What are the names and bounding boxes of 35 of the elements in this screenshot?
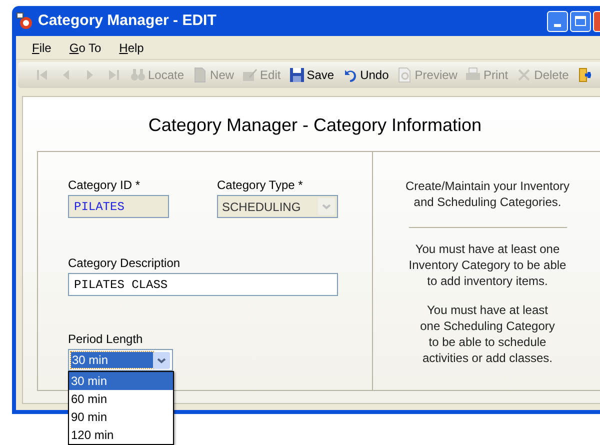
maximize-button[interactable] [570,10,591,32]
dropdown-option[interactable]: 90 min [69,408,173,426]
app-logo-icon [16,12,34,30]
category-id-field[interactable]: PILATES [68,195,169,218]
period-length-dropdown[interactable]: 30 min [68,349,173,371]
page-heading: Category Manager - Category Information [147,114,483,137]
menu-item[interactable]: File [32,38,52,56]
dropdown-option[interactable]: 120 min [69,426,173,444]
exit-door-icon [576,67,593,83]
menu-item[interactable]: Go To [69,38,102,56]
first-record-icon [34,67,50,83]
toolbar-button[interactable]: Undo [340,64,391,86]
new-page-icon [192,67,208,83]
dropdown-option[interactable]: 60 min [69,390,173,408]
toolbar-button[interactable]: Save [286,64,336,86]
binoculars-icon [130,67,146,83]
field-label: Category Description [68,255,182,272]
info-paragraph: Create/Maintain your Inventory and Scheduling Categories. [405,178,570,210]
category-description-field[interactable]: PILATES CLASS [68,273,338,296]
save-icon [288,67,305,83]
minimize-button[interactable] [547,10,568,32]
printer-icon [465,67,482,83]
undo-icon [342,67,358,83]
pencil-page-icon [242,67,258,83]
field-label: Period Length [68,331,144,348]
magnifier-page-icon [396,67,413,83]
field-label: Category Type * [217,177,304,194]
dropdown-option[interactable]: 30 min [69,372,173,390]
last-record-icon [106,67,122,83]
info-paragraph: You must have at least one Inventory Category to be able to add inventory items. [408,241,566,289]
window-title: Category Manager - EDIT [38,10,216,31]
menu-item[interactable]: Help [119,38,144,56]
delete-icon [516,67,532,83]
info-paragraph: You must have at least one Scheduling Category to be able to schedule activities or add classes. [420,302,555,366]
field-label: Category ID * [68,177,142,194]
